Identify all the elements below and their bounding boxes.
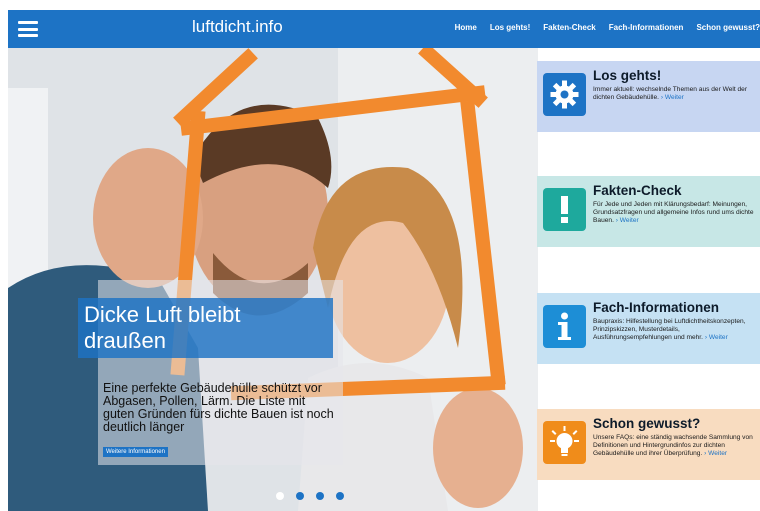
info-icon — [543, 305, 586, 348]
hero-title: Dicke Luft bleibt draußen — [78, 298, 333, 358]
card-fach-informationen[interactable]: Fach-Informationen Baupraxis: Hilfestell… — [537, 293, 760, 364]
slider-dot-1[interactable] — [276, 492, 284, 500]
card-los-gehts[interactable]: Los gehts! Immer aktuell: wechselnde The… — [537, 61, 760, 132]
nav-fach-informationen[interactable]: Fach-Informationen — [609, 23, 684, 32]
hero-text: Eine perfekte Gebäudehülle schützt vor A… — [103, 381, 334, 434]
nav-los-gehts[interactable]: Los gehts! — [490, 23, 530, 32]
top-bar: luftdicht.info Home Los gehts! Fakten-Ch… — [8, 10, 760, 48]
exclamation-icon — [543, 188, 586, 231]
hero-caption: Dicke Luft bleibt draußen Eine perfekte … — [78, 280, 343, 465]
menu-icon[interactable] — [18, 21, 38, 37]
card-more-link: › Weiter — [615, 217, 639, 224]
card-description: Baupraxis: Hilfestellung bei Luftdichthe… — [593, 318, 746, 341]
main-nav: Home Los gehts! Fakten-Check Fach-Inform… — [455, 23, 760, 32]
card-fakten-check[interactable]: Fakten-Check Für Jede und Jeden mit Klär… — [537, 176, 760, 247]
card-description: Für Jede und Jeden mit Klärungsbedarf: M… — [593, 201, 754, 224]
card-more-link: › Weiter — [660, 94, 684, 101]
card-title: Fakten-Check — [593, 183, 682, 198]
slider-dot-2[interactable] — [296, 492, 304, 500]
card-description: Unsere FAQs: eine ständig wachsende Samm… — [593, 434, 753, 457]
card-more-link: › Weiter — [704, 450, 728, 457]
card-schon-gewusst[interactable]: Schon gewusst? Unsere FAQs: eine ständig… — [537, 409, 760, 480]
card-title: Fach-Informationen — [593, 300, 720, 315]
lightbulb-icon — [543, 421, 586, 464]
card-description: Immer aktuell: wechselnde Themen aus der… — [593, 86, 748, 101]
card-title: Schon gewusst? — [593, 416, 701, 431]
slider-dot-3[interactable] — [316, 492, 324, 500]
more-info-button[interactable]: Weitere Informationen — [103, 447, 168, 457]
site-brand[interactable]: luftdicht.info — [192, 17, 283, 37]
slider-dots — [276, 492, 344, 500]
card-title: Los gehts! — [593, 68, 662, 83]
nav-home[interactable]: Home — [455, 23, 477, 32]
hero-slider: Dicke Luft bleibt draußen Eine perfekte … — [8, 48, 538, 511]
gear-icon — [543, 73, 586, 116]
nav-fakten-check[interactable]: Fakten-Check — [543, 23, 595, 32]
slider-dot-4[interactable] — [336, 492, 344, 500]
card-more-link: › Weiter — [704, 334, 728, 341]
nav-schon-gewusst[interactable]: Schon gewusst? — [696, 23, 760, 32]
